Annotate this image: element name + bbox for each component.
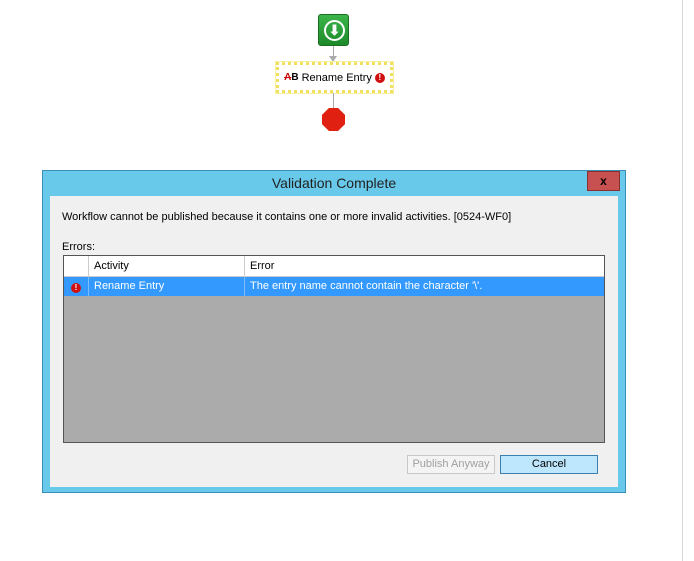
errors-grid[interactable]: Activity Error ! Rename Entry The entry … [63,255,605,443]
cancel-button[interactable]: Cancel [500,455,598,474]
rename-entry-activity[interactable]: AB Rename Entry ! [275,61,394,94]
start-node[interactable]: ⬇ [318,14,349,46]
cell-error: The entry name cannot contain the charac… [245,277,604,296]
arrow-down-icon: ⬇ [324,20,345,41]
header-error[interactable]: Error [245,256,604,277]
errors-label: Errors: [62,241,95,253]
error-icon: ! [374,72,385,83]
stop-node[interactable] [322,108,345,131]
cell-activity: Rename Entry [89,277,245,296]
dialog-body: Workflow cannot be published because it … [50,196,618,487]
connector [333,46,334,56]
activity-label: Rename Entry [301,71,372,84]
validation-dialog: Validation Complete x Workflow cannot be… [42,170,626,493]
dialog-title: Validation Complete [271,175,397,191]
connector [333,93,334,108]
publish-anyway-button[interactable]: Publish Anyway [407,455,495,474]
header-activity[interactable]: Activity [89,256,245,277]
rename-icon: AB [284,72,299,83]
header-icon-column [64,256,89,277]
message-text: Workflow cannot be published because it … [62,211,512,223]
error-icon: ! [71,283,81,293]
canvas-border [682,0,683,561]
close-button[interactable]: x [587,171,620,191]
